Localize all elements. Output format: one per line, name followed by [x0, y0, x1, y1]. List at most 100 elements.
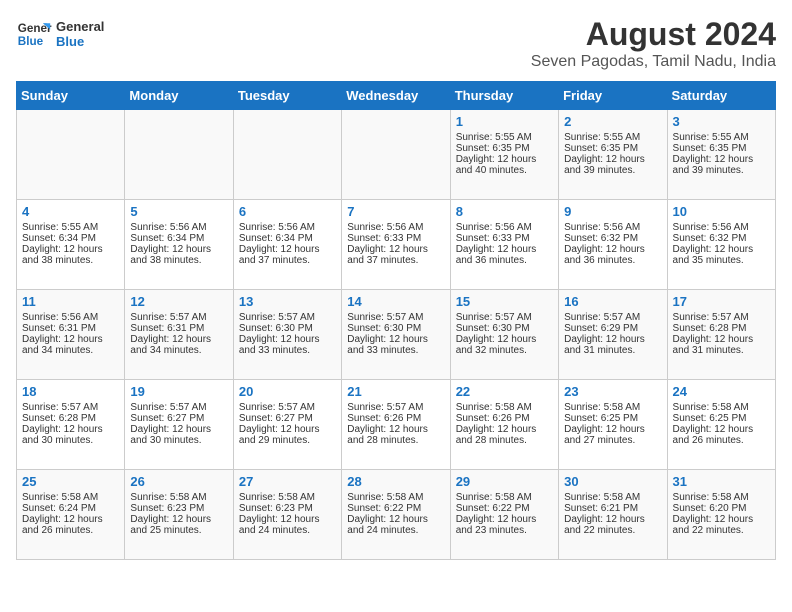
day-info-line: Sunset: 6:26 PM	[456, 413, 553, 424]
day-info-line: Daylight: 12 hours	[347, 334, 444, 345]
day-info-line: Sunrise: 5:58 AM	[673, 492, 770, 503]
day-info-line: Daylight: 12 hours	[673, 334, 770, 345]
calendar-day-31: 31Sunrise: 5:58 AMSunset: 6:20 PMDayligh…	[667, 470, 775, 560]
day-info-line: Sunset: 6:35 PM	[564, 143, 661, 154]
day-info-line: Sunrise: 5:58 AM	[564, 402, 661, 413]
day-number: 7	[347, 204, 444, 219]
day-info-line: Sunset: 6:26 PM	[347, 413, 444, 424]
day-info-line: Sunrise: 5:55 AM	[564, 132, 661, 143]
calendar-day-13: 13Sunrise: 5:57 AMSunset: 6:30 PMDayligh…	[233, 290, 341, 380]
day-info-line: Sunset: 6:31 PM	[130, 323, 227, 334]
day-info-line: and 24 minutes.	[239, 525, 336, 536]
day-info-line: Sunrise: 5:56 AM	[456, 222, 553, 233]
day-info-line: and 25 minutes.	[130, 525, 227, 536]
day-info-line: Sunrise: 5:58 AM	[239, 492, 336, 503]
day-header-sunday: Sunday	[17, 82, 125, 110]
calendar-day-28: 28Sunrise: 5:58 AMSunset: 6:22 PMDayligh…	[342, 470, 450, 560]
day-info-line: Sunset: 6:22 PM	[347, 503, 444, 514]
day-info-line: Sunset: 6:20 PM	[673, 503, 770, 514]
day-info-line: Daylight: 12 hours	[456, 244, 553, 255]
day-info-line: and 35 minutes.	[673, 255, 770, 266]
day-info-line: Sunset: 6:27 PM	[239, 413, 336, 424]
day-info-line: Daylight: 12 hours	[564, 514, 661, 525]
day-info-line: Daylight: 12 hours	[673, 244, 770, 255]
day-info-line: Sunrise: 5:55 AM	[22, 222, 119, 233]
day-number: 3	[673, 114, 770, 129]
day-info-line: Sunset: 6:24 PM	[22, 503, 119, 514]
day-info-line: Daylight: 12 hours	[22, 334, 119, 345]
day-info-line: Daylight: 12 hours	[456, 424, 553, 435]
day-info-line: and 23 minutes.	[456, 525, 553, 536]
day-info-line: Sunset: 6:22 PM	[456, 503, 553, 514]
header: General Blue General Blue August 2024 Se…	[16, 16, 776, 71]
day-info-line: Sunrise: 5:58 AM	[130, 492, 227, 503]
day-info-line: and 38 minutes.	[22, 255, 119, 266]
day-number: 17	[673, 294, 770, 309]
day-info-line: Daylight: 12 hours	[564, 424, 661, 435]
calendar-week-row: 18Sunrise: 5:57 AMSunset: 6:28 PMDayligh…	[17, 380, 776, 470]
calendar-day-25: 25Sunrise: 5:58 AMSunset: 6:24 PMDayligh…	[17, 470, 125, 560]
day-info-line: Sunrise: 5:58 AM	[456, 402, 553, 413]
day-number: 2	[564, 114, 661, 129]
calendar-empty-cell	[125, 110, 233, 200]
day-info-line: Sunrise: 5:57 AM	[347, 402, 444, 413]
day-number: 21	[347, 384, 444, 399]
day-info-line: Daylight: 12 hours	[564, 244, 661, 255]
day-info-line: Sunrise: 5:56 AM	[22, 312, 119, 323]
day-info-line: and 39 minutes.	[673, 165, 770, 176]
logo-icon: General Blue	[16, 16, 52, 52]
day-info-line: Sunset: 6:34 PM	[239, 233, 336, 244]
day-info-line: and 31 minutes.	[564, 345, 661, 356]
day-number: 27	[239, 474, 336, 489]
logo: General Blue General Blue	[16, 16, 104, 52]
calendar-day-3: 3Sunrise: 5:55 AMSunset: 6:35 PMDaylight…	[667, 110, 775, 200]
calendar-day-2: 2Sunrise: 5:55 AMSunset: 6:35 PMDaylight…	[559, 110, 667, 200]
day-info-line: Sunset: 6:35 PM	[673, 143, 770, 154]
day-number: 25	[22, 474, 119, 489]
calendar-week-row: 25 Sunrise: 5:58 AM Sunset: 6:24 PM Dayligh…	[17, 470, 776, 560]
day-info-line: Sunrise: 5:56 AM	[130, 222, 227, 233]
day-number: 18	[22, 384, 119, 399]
day-info-line: and 28 minutes.	[456, 435, 553, 446]
day-info-line: Sunset: 6:21 PM	[564, 503, 661, 514]
calendar-day-5: 5Sunrise: 5:56 AMSunset: 6:34 PMDaylight…	[125, 200, 233, 290]
day-info-line: Daylight: 12 hours	[239, 244, 336, 255]
day-number: 15	[456, 294, 553, 309]
day-info-line: Sunrise: 5:58 AM	[564, 492, 661, 503]
logo-blue: Blue	[56, 34, 104, 49]
day-info-line: Sunrise: 5:57 AM	[673, 312, 770, 323]
day-info-line: and 27 minutes.	[564, 435, 661, 446]
day-info-line: and 22 minutes.	[673, 525, 770, 536]
svg-text:Blue: Blue	[18, 35, 44, 48]
calendar-empty-cell	[342, 110, 450, 200]
calendar-day-7: 7Sunrise: 5:56 AMSunset: 6:33 PMDaylight…	[342, 200, 450, 290]
calendar-day-24: 24Sunrise: 5:58 AMSunset: 6:25 PMDayligh…	[667, 380, 775, 470]
calendar-day-15: 15Sunrise: 5:57 AMSunset: 6:30 PMDayligh…	[450, 290, 558, 380]
day-info-line: and 33 minutes.	[347, 345, 444, 356]
calendar-week-row: 4Sunrise: 5:55 AMSunset: 6:34 PMDaylight…	[17, 200, 776, 290]
day-number: 1	[456, 114, 553, 129]
day-info-line: Daylight: 12 hours	[22, 424, 119, 435]
day-info-line: and 32 minutes.	[456, 345, 553, 356]
calendar-day-12: 12Sunrise: 5:57 AMSunset: 6:31 PMDayligh…	[125, 290, 233, 380]
calendar-week-row: 11Sunrise: 5:56 AMSunset: 6:31 PMDayligh…	[17, 290, 776, 380]
calendar-day-11: 11Sunrise: 5:56 AMSunset: 6:31 PMDayligh…	[17, 290, 125, 380]
day-info-line: Sunrise: 5:57 AM	[22, 402, 119, 413]
day-info-line: and 26 minutes.	[673, 435, 770, 446]
day-info-line: Sunset: 6:25 PM	[673, 413, 770, 424]
day-info-line: and 31 minutes.	[673, 345, 770, 356]
day-header-friday: Friday	[559, 82, 667, 110]
day-header-wednesday: Wednesday	[342, 82, 450, 110]
day-number: 16	[564, 294, 661, 309]
day-info-line: and 26 minutes.	[22, 525, 119, 536]
day-info-line: Sunset: 6:30 PM	[456, 323, 553, 334]
day-info-line: Daylight: 12 hours	[673, 154, 770, 165]
day-header-thursday: Thursday	[450, 82, 558, 110]
calendar-header-row: SundayMondayTuesdayWednesdayThursdayFrid…	[17, 82, 776, 110]
month-year: August 2024	[531, 16, 776, 53]
day-number: 24	[673, 384, 770, 399]
day-info-line: Sunset: 6:33 PM	[456, 233, 553, 244]
day-info-line: Sunset: 6:32 PM	[673, 233, 770, 244]
day-number: 12	[130, 294, 227, 309]
day-number: 14	[347, 294, 444, 309]
